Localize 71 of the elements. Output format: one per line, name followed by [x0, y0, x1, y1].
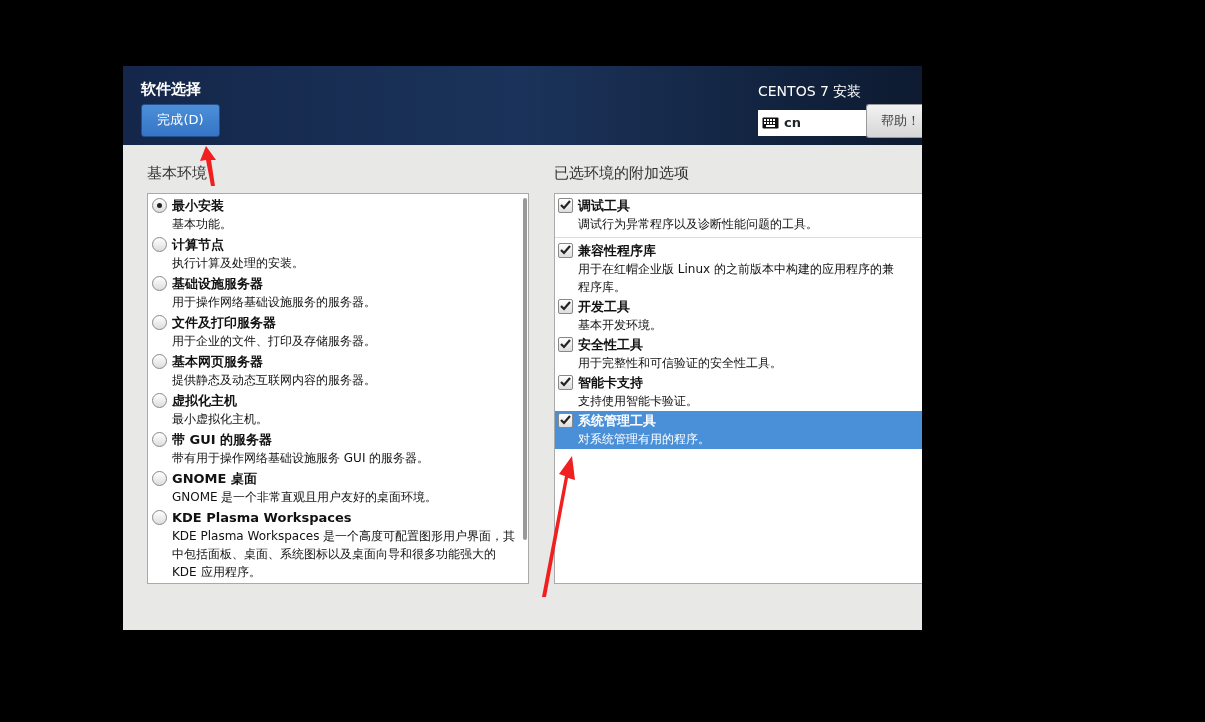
- radio-button[interactable]: [152, 509, 167, 525]
- option-title: 兼容性程序库: [578, 241, 657, 260]
- addon-option[interactable]: 调试工具 调试行为异常程序以及诊断性能问题的工具。: [555, 195, 922, 238]
- radio-button[interactable]: [152, 197, 167, 213]
- option-description: 提供静态及动态互联网内容的服务器。: [172, 371, 376, 389]
- checkbox[interactable]: [558, 197, 573, 213]
- checkbox[interactable]: [558, 242, 573, 258]
- environment-option[interactable]: 基础设施服务器 用于操作网络基础设施服务的服务器。: [152, 273, 516, 313]
- checkbox[interactable]: [558, 298, 573, 314]
- option-title: 最小安装: [172, 196, 225, 215]
- option-description: 基本开发环境。: [578, 316, 662, 334]
- environment-option[interactable]: 带 GUI 的服务器 带有用于操作网络基础设施服务 GUI 的服务器。: [152, 429, 516, 469]
- option-title: 安全性工具: [578, 335, 644, 354]
- option-description: 带有用于操作网络基础设施服务 GUI 的服务器。: [172, 449, 430, 467]
- keyboard-layout-field[interactable]: cn: [758, 110, 866, 136]
- option-description: 对系统管理有用的程序。: [578, 430, 710, 448]
- option-description: GNOME 是一个非常直观且用户友好的桌面环境。: [172, 488, 438, 506]
- radio-button[interactable]: [152, 314, 167, 330]
- environment-option[interactable]: 虚拟化主机 最小虚拟化主机。: [152, 390, 516, 430]
- option-description: 用于操作网络基础设施服务的服务器。: [172, 293, 376, 311]
- option-title: 计算节点: [172, 235, 225, 254]
- option-title: 开发工具: [578, 297, 631, 316]
- addon-option[interactable]: 智能卡支持 支持使用智能卡验证。: [555, 372, 922, 411]
- environment-option[interactable]: 文件及打印服务器 用于企业的文件、打印及存储服务器。: [152, 312, 516, 352]
- help-button[interactable]: 帮助！: [866, 104, 922, 138]
- option-title: 文件及打印服务器: [172, 313, 277, 332]
- radio-button[interactable]: [152, 236, 167, 252]
- option-description: 基本功能。: [172, 215, 232, 233]
- option-description: 支持使用智能卡验证。: [578, 392, 698, 410]
- environment-option[interactable]: GNOME 桌面 GNOME 是一个非常直观且用户友好的桌面环境。: [152, 468, 516, 508]
- scrollbar[interactable]: [523, 197, 527, 540]
- option-title: GNOME 桌面: [172, 469, 258, 488]
- radio-button[interactable]: [152, 470, 167, 486]
- environment-option[interactable]: 计算节点 执行计算及处理的安装。: [152, 234, 516, 274]
- option-description: 最小虚拟化主机。: [172, 410, 268, 428]
- option-title: 基本网页服务器: [172, 352, 264, 371]
- product-title: CENTOS 7 安装: [758, 82, 862, 101]
- option-description: 程序库。: [578, 278, 627, 296]
- keyboard-icon: [762, 117, 779, 129]
- section-heading: 基本环境: [147, 164, 207, 183]
- environment-option[interactable]: KDE Plasma Workspaces KDE Plasma Workspaces 是一个高度可配置图形用户界面，其中包括面板、桌面、系统图标以及桌面向导和很多功能强大的 KDE 应用程序。: [152, 507, 516, 583]
- option-title: KDE Plasma Workspaces: [172, 508, 353, 527]
- keyboard-layout-value: cn: [784, 114, 801, 133]
- radio-dot: [157, 202, 162, 208]
- option-description: KDE Plasma Workspaces 是一个高度可配置图形用户界面，其中包括面板、桌面、系统图标以及桌面向导和很多功能强大的 KDE 应用程序。: [172, 527, 516, 581]
- checkbox[interactable]: [558, 336, 573, 352]
- option-description: 用于在红帽企业版 Linux 的之前版本中构建的应用程序的兼: [578, 260, 894, 278]
- checkbox[interactable]: [558, 412, 573, 428]
- done-button[interactable]: 完成(D): [141, 103, 220, 137]
- option-description: 调试行为异常程序以及诊断性能问题的工具。: [578, 215, 818, 233]
- option-title: 系统管理工具: [578, 411, 657, 430]
- section-heading: 已选环境的附加选项: [554, 164, 689, 183]
- option-description: 用于完整性和可信验证的安全性工具。: [578, 354, 782, 372]
- radio-button[interactable]: [152, 392, 167, 408]
- addon-option[interactable]: 安全性工具 用于完整性和可信验证的安全性工具。: [555, 334, 922, 373]
- option-title: 带 GUI 的服务器: [172, 430, 274, 449]
- option-title: 调试工具: [578, 196, 631, 215]
- option-description: 执行计算及处理的安装。: [172, 254, 304, 272]
- option-title: 智能卡支持: [578, 373, 644, 392]
- option-title: 虚拟化主机: [172, 391, 238, 410]
- option-description: 用于企业的文件、打印及存储服务器。: [172, 332, 376, 350]
- screen-title: 软件选择: [141, 79, 202, 100]
- environment-option[interactable]: 最小安装 基本功能。: [152, 195, 516, 235]
- addon-option[interactable]: 开发工具 基本开发环境。: [555, 296, 922, 335]
- radio-button[interactable]: [152, 275, 167, 291]
- addon-option[interactable]: 兼容性程序库 用于在红帽企业版 Linux 的之前版本中构建的应用程序的兼 程序库。: [555, 240, 922, 297]
- environment-option[interactable]: 基本网页服务器 提供静态及动态互联网内容的服务器。: [152, 351, 516, 391]
- radio-button[interactable]: [152, 431, 167, 447]
- checkbox[interactable]: [558, 374, 573, 390]
- option-title: 基础设施服务器: [172, 274, 264, 293]
- radio-button[interactable]: [152, 353, 167, 369]
